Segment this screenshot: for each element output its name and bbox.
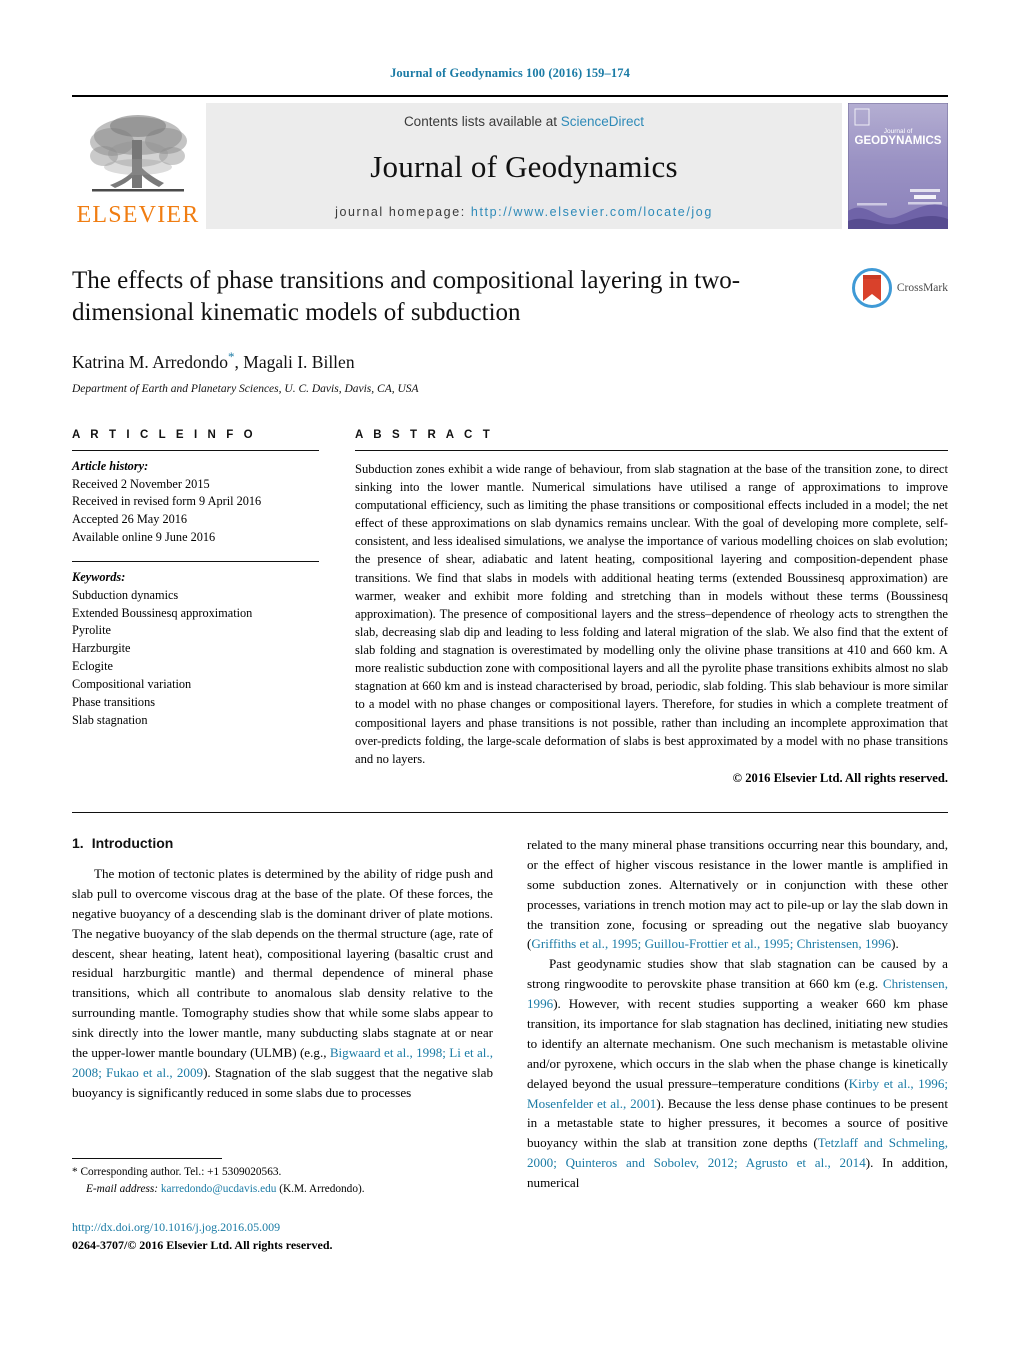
contents-prefix: Contents lists available at [403, 114, 561, 129]
doi-block: http://dx.doi.org/10.1016/j.jog.2016.05.… [72, 1218, 333, 1254]
email-label: E-mail address: [86, 1182, 159, 1195]
history-item: Accepted 26 May 2016 [72, 512, 188, 527]
cover-line2: GEODYNAMICS [855, 135, 942, 147]
author-list: Katrina M. Arredondo*, Magali I. Billen [72, 349, 948, 373]
affiliation: Department of Earth and Planetary Scienc… [72, 382, 419, 395]
keyword-item: Phase transitions [72, 694, 155, 709]
info-abstract-section: A R T I C L E I N F O Article history: R… [72, 429, 948, 786]
paragraph-text: ). [891, 936, 899, 952]
article-info-heading: A R T I C L E I N F O [72, 428, 257, 441]
keywords-label: Keywords: [72, 569, 126, 584]
history-item: Available online 9 June 2016 [72, 530, 216, 545]
crossmark-label: CrossMark [896, 282, 948, 294]
paragraph: The motion of tectonic plates is determi… [72, 864, 493, 1103]
homepage-prefix: journal homepage: [335, 205, 471, 219]
citation-link[interactable]: Griffiths et al., 1995; Guillou-Frottier… [531, 936, 891, 951]
cover-image: Journal of GEODYNAMICS [848, 103, 948, 229]
email-link[interactable]: karredondo@ucdavis.edu [161, 1183, 277, 1195]
keyword-item: Harzburgite [72, 641, 131, 656]
paragraph-text: related to the many mineral phase transi… [527, 836, 948, 952]
footnote-block: * Corresponding author. Tel.: +1 5309020… [72, 1158, 492, 1198]
keyword-item: Extended Boussinesq approximation [72, 605, 253, 620]
masthead-center: Contents lists available at ScienceDirec… [206, 103, 842, 229]
abstract-column: A B S T R A C T Subduction zones exhibit… [355, 429, 948, 786]
section-heading-introduction: 1. Introduction [72, 835, 493, 851]
article-page: Journal of Geodynamics 100 (2016) 159–17… [0, 0, 1020, 1351]
elsevier-tree-icon [90, 115, 187, 192]
article-info-column: A R T I C L E I N F O Article history: R… [72, 429, 319, 786]
body-column-left: 1. Introduction The motion of tectonic pl… [72, 835, 493, 1193]
email-suffix: (K.M. Arredondo). [276, 1182, 365, 1195]
email-note: E-mail address: karredondo@ucdavis.edu (… [72, 1181, 492, 1198]
journal-cover-thumbnail: Journal of GEODYNAMICS [848, 103, 948, 229]
section-number: 1. [72, 834, 84, 851]
crossmark-badge[interactable]: CrossMark [851, 267, 948, 309]
journal-title: Journal of Geodynamics [370, 149, 678, 184]
page-title: The effects of phase transitions and com… [72, 267, 741, 326]
issn-copyright-line: 0264-3707/© 2016 Elsevier Ltd. All right… [72, 1238, 333, 1252]
elsevier-logo: ELSEVIER [72, 103, 204, 229]
history-label: Article history: [72, 458, 149, 473]
corresponding-author-note: * Corresponding author. Tel.: +1 5309020… [72, 1166, 282, 1178]
abstract-text: Subduction zones exhibit a wide range of… [355, 461, 948, 766]
abstract-heading: A B S T R A C T [355, 428, 494, 441]
title-block: The effects of phase transitions and com… [72, 265, 948, 395]
footnote-rule [72, 1158, 222, 1159]
doi-link[interactable]: http://dx.doi.org/10.1016/j.jog.2016.05.… [72, 1218, 333, 1236]
article-history: Article history: Received 2 November 201… [72, 451, 319, 547]
body-column-right: related to the many mineral phase transi… [527, 835, 948, 1193]
body-separator-rule [72, 811, 948, 813]
keyword-item: Pyrolite [72, 623, 111, 638]
keywords-block: Keywords: Subduction dynamics Extended B… [72, 562, 319, 729]
keyword-item: Eclogite [72, 659, 113, 674]
body-columns: 1. Introduction The motion of tectonic pl… [72, 835, 948, 1193]
history-item: Received in revised form 9 April 2016 [72, 494, 262, 509]
contents-available-line: Contents lists available at ScienceDirec… [404, 114, 644, 129]
elsevier-wordmark: ELSEVIER [76, 202, 200, 228]
keyword-item: Slab stagnation [72, 712, 148, 727]
cover-line1: Journal of [884, 128, 913, 135]
journal-homepage-link[interactable]: http://www.elsevier.com/locate/jog [471, 205, 713, 219]
crossmark-icon [851, 268, 892, 308]
running-head: Journal of Geodynamics 100 (2016) 159–17… [390, 66, 630, 80]
author-first: Katrina M. Arredondo [72, 351, 229, 372]
paragraph-text: The motion of tectonic plates is determi… [72, 865, 493, 1060]
keyword-item: Subduction dynamics [72, 587, 179, 602]
section-title: Introduction [91, 834, 174, 851]
author-rest: , Magali I. Billen [234, 351, 355, 372]
journal-homepage-line: journal homepage: http://www.elsevier.co… [335, 205, 713, 219]
sciencedirect-link[interactable]: ScienceDirect [561, 114, 644, 129]
history-item: Received 2 November 2015 [72, 476, 210, 491]
journal-masthead: ELSEVIER Contents lists available at Sci… [72, 95, 948, 229]
paragraph: related to the many mineral phase transi… [527, 835, 948, 954]
paragraph: Past geodynamic studies show that slab s… [527, 954, 948, 1193]
keyword-item: Compositional variation [72, 676, 192, 691]
abstract-copyright: © 2016 Elsevier Ltd. All rights reserved… [732, 770, 948, 785]
